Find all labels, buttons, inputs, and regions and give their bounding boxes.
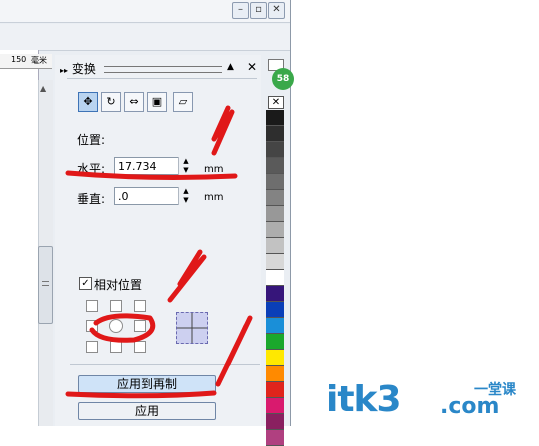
annotation-circle-anchor: [89, 313, 156, 343]
color-swatch[interactable]: [266, 430, 284, 446]
annotation-arrow-bottom: [215, 315, 253, 387]
annotation-arrow-middle: [167, 249, 207, 303]
annotation-arrow-top: [211, 105, 235, 156]
annotation-overlay: [65, 105, 253, 399]
annotation-underline-apply: [65, 390, 217, 399]
annotation-underline-horizontal: [65, 170, 238, 180]
